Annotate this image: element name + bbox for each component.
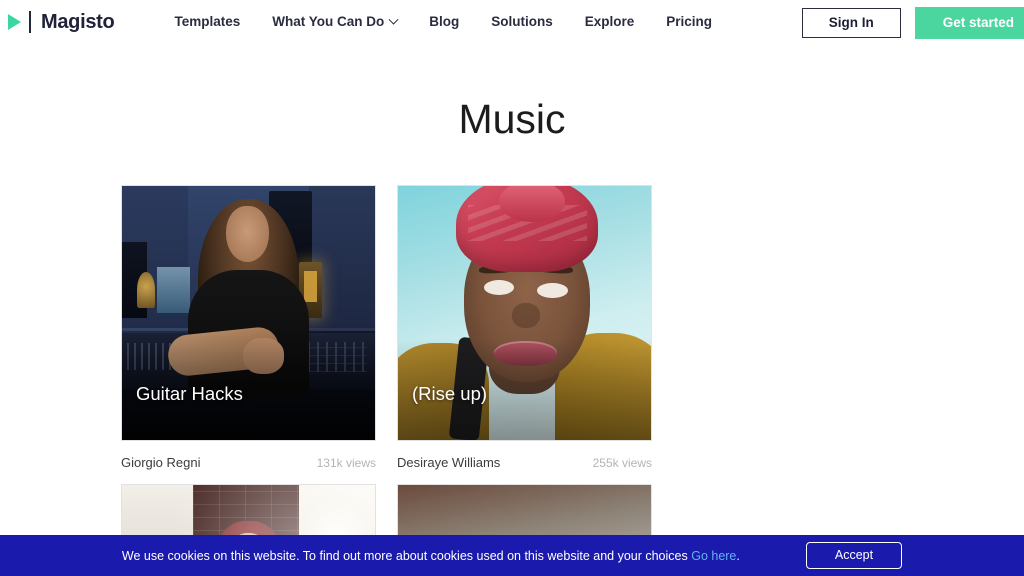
nav-item-what-you-can-do[interactable]: What You Can Do	[256, 14, 413, 30]
nav-item-blog[interactable]: Blog	[413, 15, 475, 29]
nav-label: Pricing	[666, 14, 713, 30]
nav-item-pricing[interactable]: Pricing	[650, 15, 728, 29]
cookie-consent-banner: We use cookies on this website. To find …	[0, 535, 1024, 576]
video-views: 131k views	[316, 456, 376, 470]
video-views: 255k views	[592, 456, 652, 470]
sign-in-button[interactable]: Sign In	[801, 8, 901, 38]
play-triangle-icon	[8, 14, 21, 30]
nav-label: What You Can Do	[272, 14, 385, 30]
page-title: Music	[458, 96, 566, 142]
video-author: Desiraye Williams	[397, 455, 501, 470]
main-navigation: Templates What You Can Do Blog Solutions…	[158, 14, 728, 30]
video-meta: Giorgio Regni 131k views	[121, 441, 376, 470]
video-card-guitar-hacks[interactable]: Guitar Hacks Giorgio Regni 131k views	[121, 185, 376, 470]
video-thumbnail[interactable]: (Rise up)	[397, 185, 652, 441]
site-header: Magisto Templates What You Can Do Blog S…	[0, 0, 1024, 44]
cookie-message-text: We use cookies on this website. To find …	[121, 548, 692, 563]
nav-item-solutions[interactable]: Solutions	[475, 15, 569, 29]
thumbnail-artwork	[398, 186, 651, 440]
nav-item-explore[interactable]: Explore	[569, 15, 651, 29]
nav-label: Explore	[584, 14, 635, 30]
chevron-down-icon	[388, 14, 399, 25]
accept-cookies-button[interactable]: Accept	[805, 542, 903, 569]
video-grid: Guitar Hacks Giorgio Regni 131k views (R…	[121, 185, 919, 576]
video-card-rise-up[interactable]: (Rise up) Desiraye Williams 255k views	[397, 185, 652, 470]
logo[interactable]: Magisto	[8, 11, 115, 33]
nav-item-templates[interactable]: Templates	[158, 15, 256, 29]
brand-name: Magisto	[41, 11, 115, 33]
video-author: Giorgio Regni	[121, 455, 201, 470]
nav-label: Solutions	[491, 14, 553, 30]
cookie-message-period: .	[736, 548, 740, 563]
cookie-message: We use cookies on this website. To find …	[122, 549, 740, 563]
get-started-button[interactable]: Get started	[914, 7, 1024, 39]
video-thumbnail[interactable]: Guitar Hacks	[121, 185, 376, 441]
logo-divider	[29, 11, 31, 33]
cookie-policy-link[interactable]: Go here	[691, 549, 736, 563]
nav-label: Templates	[174, 14, 241, 30]
nav-label: Blog	[429, 14, 460, 30]
header-actions: Sign In Get started	[801, 7, 1024, 39]
video-meta: Desiraye Williams 255k views	[397, 441, 652, 470]
thumbnail-artwork	[122, 186, 375, 440]
